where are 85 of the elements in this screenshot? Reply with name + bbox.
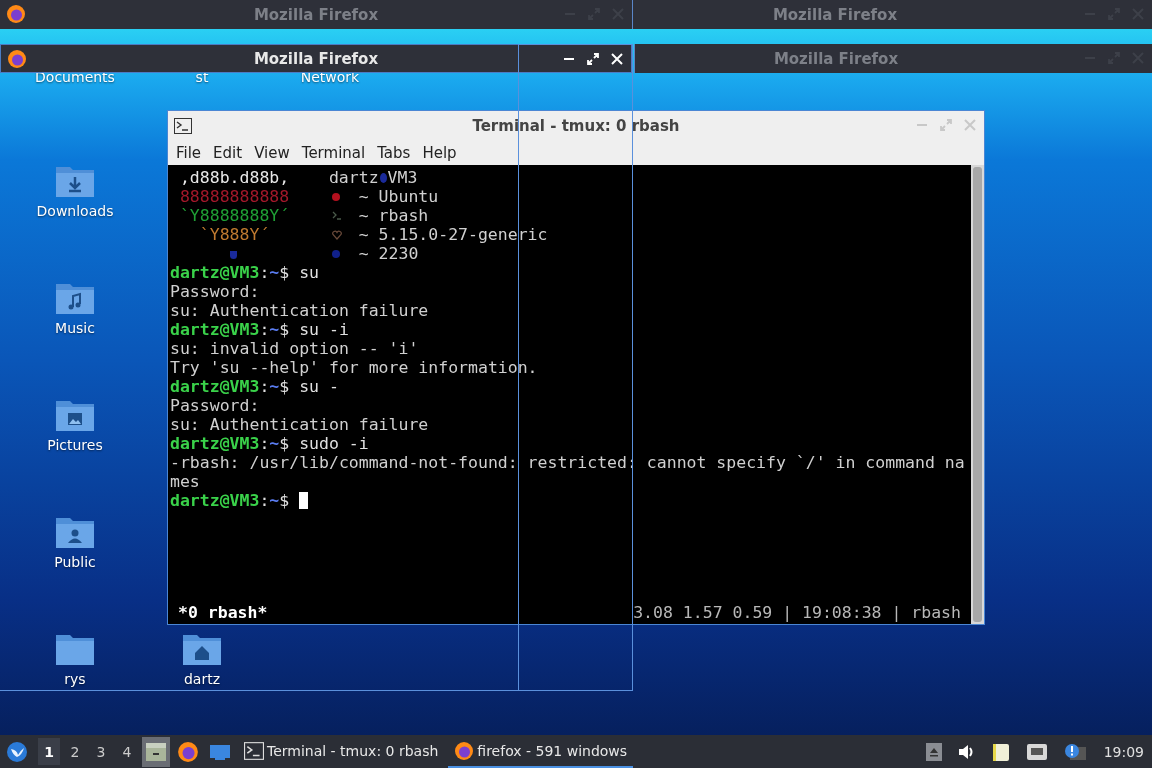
prompt-path: ~: [269, 434, 280, 453]
scrollbar[interactable]: [971, 165, 984, 624]
workspace-button[interactable]: 3: [90, 738, 112, 765]
menu-item[interactable]: Tabs: [371, 143, 417, 162]
prompt-symbol: $: [279, 263, 290, 282]
window-title: Mozilla Firefox: [772, 49, 900, 68]
prompt-path: ~: [269, 320, 280, 339]
prompt-path: ~: [269, 491, 280, 510]
workspace-button[interactable]: 1: [38, 738, 60, 765]
system-info: ~ Ubuntu: [358, 187, 439, 206]
prompt-separator: :: [259, 263, 270, 282]
menu-item[interactable]: File: [170, 143, 208, 162]
workspace-button[interactable]: 4: [116, 738, 138, 765]
app-menu-icon[interactable]: [6, 740, 28, 763]
output-text: Password:: [170, 396, 260, 415]
prompt-user: dartz@VM3: [170, 434, 260, 453]
prompt-user: dartz@VM3: [170, 377, 260, 396]
firefox-icon: [7, 49, 27, 69]
dot-icon: [331, 249, 340, 258]
system-info: ~ 2230: [358, 244, 419, 263]
prompt-icon: [331, 211, 342, 220]
output-text: -rbash: /usr/lib/command-not-found: restricted: cannot specify `/' in command na: [170, 453, 965, 472]
user-name: dartz: [328, 168, 379, 187]
prompt-symbol: $: [279, 491, 290, 510]
window-title: Mozilla Firefox: [252, 49, 380, 68]
tmux-status: 3.08 1.57 0.59 | 19:08:38 | rbash: [633, 603, 961, 622]
terminal-icon: [244, 741, 264, 760]
prompt-user: dartz@VM3: [170, 263, 260, 282]
prompt-separator: :: [259, 491, 270, 510]
output-text: su: Authentication failure: [170, 415, 429, 434]
firefox-icon: [177, 740, 199, 763]
desktop-icon-label[interactable]: Downloads: [36, 203, 114, 219]
folder-icon: [209, 742, 231, 761]
firefox-icon: [454, 740, 475, 761]
output-text: su: invalid option -- 'i': [170, 339, 419, 358]
taskbar-task[interactable]: Terminal - tmux: 0 rbash: [238, 735, 445, 768]
heart-icon: [331, 229, 342, 240]
terminal-icon: [174, 117, 192, 134]
tmux-window-label: *0 rbash*: [178, 603, 268, 622]
host-name: VM3: [387, 168, 418, 187]
clock[interactable]: 19:09: [1103, 743, 1144, 760]
taskbar-task[interactable]: firefox - 591 windows: [448, 735, 634, 768]
ascii-art: ,d88b.d88b,: [178, 168, 290, 187]
ascii-art: `Y888Y´: [198, 225, 270, 244]
prompt-separator: :: [259, 320, 270, 339]
workspace-button[interactable]: 2: [64, 738, 86, 765]
prompt-user: dartz@VM3: [170, 320, 260, 339]
menu-item[interactable]: Terminal: [295, 143, 372, 162]
ascii-art: `Y8888888Y´: [178, 206, 290, 225]
menu-item[interactable]: Help: [416, 143, 463, 162]
dot-icon: [331, 192, 340, 201]
desktop-icon-label[interactable]: Pictures: [47, 437, 103, 453]
prompt-symbol: $: [279, 320, 290, 339]
prompt-symbol: $: [279, 434, 290, 453]
prompt-separator: :: [259, 377, 270, 396]
firefox-icon: [6, 4, 26, 24]
desktop-icon-label[interactable]: dartz: [183, 671, 221, 687]
desktop-icon-label[interactable]: rys: [64, 671, 86, 687]
menu-item[interactable]: Edit: [207, 143, 249, 162]
command-text: sudo -i: [299, 434, 369, 453]
launcher-button[interactable]: [142, 736, 170, 767]
menu-item[interactable]: View: [248, 143, 296, 162]
clipboard-icon[interactable]: [991, 741, 1010, 762]
command-text: su -: [299, 377, 339, 396]
notification-icon[interactable]: [1063, 742, 1086, 761]
network-icon[interactable]: [1025, 742, 1048, 761]
prompt-path: ~: [269, 263, 280, 282]
prompt-separator: :: [259, 434, 270, 453]
ascii-art: 88888888888: [178, 187, 290, 206]
window-title: Mozilla Firefox: [252, 5, 380, 24]
desktop-icon-label[interactable]: Public: [54, 554, 96, 570]
eject-icon[interactable]: [925, 742, 942, 761]
prompt-symbol: $: [279, 377, 290, 396]
command-text: su -i: [299, 320, 349, 339]
window-title: Mozilla Firefox: [771, 5, 899, 24]
prompt-path: ~: [269, 377, 280, 396]
output-text: mes: [170, 472, 200, 491]
command-text: su: [299, 263, 320, 282]
desktop-icon-label[interactable]: Music: [55, 320, 95, 336]
file-cabinet-icon: [145, 741, 167, 762]
dot-icon: [379, 172, 387, 183]
prompt-user: dartz@VM3: [170, 491, 260, 510]
output-text: su: Authentication failure: [170, 301, 429, 320]
system-info: ~ rbash: [358, 206, 429, 225]
output-text: Password:: [170, 282, 260, 301]
